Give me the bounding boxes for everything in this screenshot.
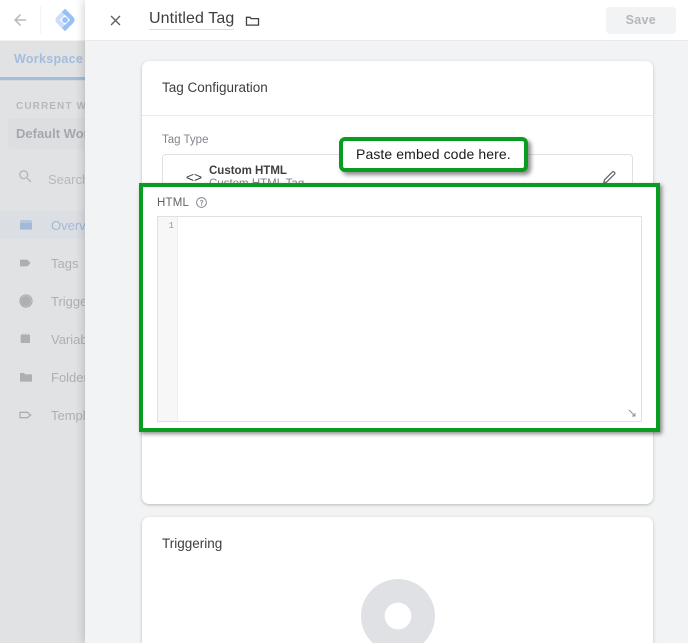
annotation-callout: Paste embed code here.	[339, 137, 528, 172]
tag-type-name: Custom HTML	[209, 165, 304, 177]
back-arrow-icon[interactable]	[0, 0, 40, 41]
annotation-callout-text: Paste embed code here.	[356, 146, 511, 162]
gtm-logo-icon[interactable]	[52, 7, 78, 33]
variables-icon	[17, 330, 35, 348]
html-label-row: HTML	[157, 196, 642, 216]
search-icon	[17, 168, 34, 190]
line-number-gutter: 1	[158, 217, 178, 421]
folder-icon[interactable]	[244, 12, 261, 29]
modal-header: Untitled Tag Save	[85, 0, 688, 41]
card-title: Tag Configuration	[142, 61, 653, 95]
modal-title-group: Untitled Tag	[149, 10, 261, 30]
template-icon	[17, 406, 35, 424]
tab-workspace[interactable]: Workspace	[0, 40, 97, 80]
help-circle-icon[interactable]	[195, 196, 208, 209]
search-placeholder-label: Search	[48, 172, 89, 187]
overview-icon	[17, 216, 35, 234]
triggering-placeholder[interactable]	[142, 579, 653, 643]
html-code-editor[interactable]: 1	[157, 216, 642, 422]
html-label: HTML	[157, 197, 189, 209]
card-title: Triggering	[142, 517, 653, 551]
screen-root: Tag Manager Workspace CURRENT WORKSPACE …	[0, 0, 688, 643]
html-field-highlight: HTML 1	[139, 183, 660, 432]
resize-handle-icon[interactable]	[626, 407, 638, 419]
sidebar-item-label: Tags	[51, 257, 78, 270]
trigger-icon	[361, 579, 435, 643]
triggering-card: Triggering	[142, 517, 653, 643]
code-text-area[interactable]	[178, 217, 641, 421]
html-field: HTML 1	[143, 187, 656, 428]
save-button[interactable]: Save	[606, 7, 676, 34]
folder-icon	[17, 368, 35, 386]
trigger-icon	[17, 292, 35, 310]
tag-icon	[17, 254, 35, 272]
tag-name-input[interactable]: Untitled Tag	[149, 10, 234, 30]
toolbar-divider	[40, 6, 41, 34]
close-icon[interactable]	[103, 8, 127, 32]
